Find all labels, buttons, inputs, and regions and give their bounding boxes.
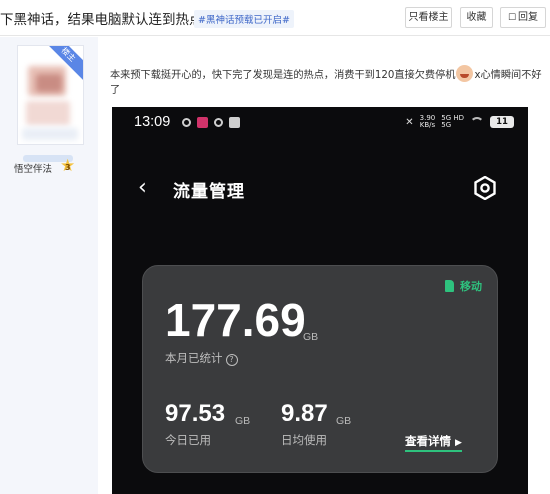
level-number: 3: [65, 163, 71, 172]
speed-unit: KB/s: [419, 121, 436, 129]
system-status: ✕ 3.90 KB/s 5G HD 5G 11: [405, 115, 514, 129]
phone-screenshot[interactable]: 13:09 ✕ 3.90 KB/s 5G HD 5G 11 ‹ 流量管理 移动 …: [112, 107, 528, 494]
wifi-icon: [470, 117, 484, 127]
daily-average-label: 日均使用: [281, 433, 327, 447]
laughing-face-icon: [456, 65, 474, 82]
view-details-text: 查看详情: [405, 434, 451, 448]
username[interactable]: 悟空伴法: [14, 161, 52, 175]
only-op-button[interactable]: 只看楼主: [405, 7, 452, 28]
thread-title: 下黑神话，结果电脑默认连到热点了: [0, 12, 216, 28]
help-icon[interactable]: ?: [225, 354, 238, 366]
notification-icons: [182, 117, 240, 128]
mute-bell-icon: ✕: [405, 116, 414, 128]
avatar[interactable]: 楼主: [17, 45, 84, 145]
month-usage-label: 本月已统计?: [165, 350, 238, 366]
circle-icon: [214, 118, 223, 127]
post-text: 本来预下载挺开心的，快下完了发现是连的热点，消费干到120直接欠费停机: [110, 70, 456, 81]
reply-button-label: 回复: [518, 12, 539, 23]
topic-tag[interactable]: #黑神话预载已开启#: [194, 10, 294, 28]
view-details-link[interactable]: 查看详情 ▶: [405, 433, 462, 452]
network-type: 5G HD 5G: [441, 115, 464, 129]
status-time: 13:09: [134, 114, 171, 130]
chevron-left-icon[interactable]: ‹: [138, 175, 147, 201]
avatar-blur: [22, 128, 78, 140]
camera-icon: [182, 118, 191, 127]
page-title: 流量管理: [173, 182, 245, 202]
data-usage-card: 移动 177.69 GB 本月已统计? 97.53 GB 今日已用 9.87 G…: [142, 265, 498, 473]
post-content: 本来预下载挺开心的，快下完了发现是连的热点，消费干到120直接欠费停机 x心情瞬间…: [110, 65, 542, 98]
month-usage-label-text: 本月已统计: [165, 351, 223, 365]
favorite-button[interactable]: 收藏: [460, 7, 493, 28]
avatar-blur: [36, 74, 62, 92]
user-sidebar: 楼主 悟空伴法 ★ 3: [0, 37, 98, 494]
today-usage-label: 今日已用: [165, 433, 211, 447]
app-header: ‹ 流量管理: [112, 175, 528, 205]
thread-header: 下黑神话，结果电脑默认连到热点了 #黑神话预载已开启# 只看楼主 收藏 ☐ 回复: [0, 0, 550, 36]
today-usage-unit: GB: [235, 415, 251, 427]
carrier-label[interactable]: 移动: [445, 278, 482, 294]
message-icon: [229, 117, 240, 128]
carrier-name: 移动: [460, 280, 482, 293]
app-notification-icon: [197, 117, 208, 128]
avatar-blur: [26, 101, 70, 125]
level-badge[interactable]: ★ 3: [60, 158, 76, 176]
gear-icon[interactable]: [473, 176, 497, 200]
play-triangle-icon: ▶: [455, 438, 462, 448]
daily-average-value: 9.87: [281, 400, 328, 427]
reply-button[interactable]: ☐ 回复: [500, 7, 546, 28]
month-usage-value: 177.69: [165, 294, 306, 346]
battery-indicator: 11: [490, 116, 514, 128]
today-usage-value: 97.53: [165, 400, 226, 427]
network-bottom: 5G: [441, 121, 452, 129]
status-bar: 13:09 ✕ 3.90 KB/s 5G HD 5G 11: [112, 107, 528, 139]
sim-card-icon: [445, 280, 454, 292]
user-name-line: 悟空伴法 ★ 3: [14, 158, 76, 178]
network-speed: 3.90 KB/s: [420, 115, 436, 129]
month-usage-unit: GB: [303, 331, 319, 343]
speech-bubble-icon: ☐: [507, 13, 517, 23]
daily-average-unit: GB: [336, 415, 352, 427]
